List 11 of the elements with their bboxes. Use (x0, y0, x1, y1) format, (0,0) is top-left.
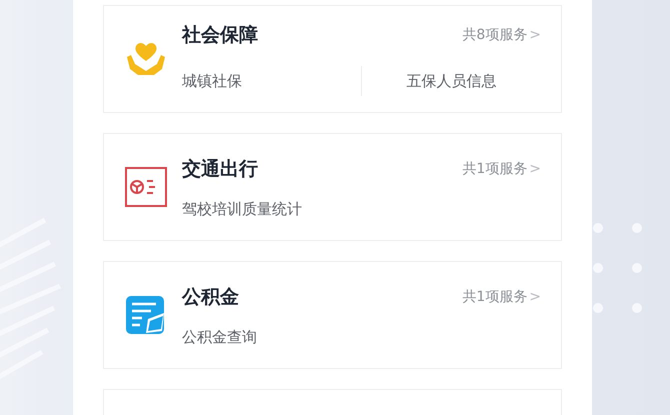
service-link[interactable]: 城镇社保 (182, 72, 242, 90)
category-title: 公积金 (182, 284, 239, 310)
license-icon (124, 165, 168, 209)
service-link[interactable]: 公积金查询 (182, 328, 257, 346)
service-count-link[interactable]: 共1项服务> (462, 288, 541, 306)
service-count-link[interactable]: 共1项服务> (462, 160, 541, 178)
category-title: 交通出行 (182, 156, 258, 182)
service-count-link[interactable]: 共8项服务> (462, 26, 541, 44)
service-link[interactable]: 五保人员信息 (406, 72, 496, 90)
service-link[interactable]: 驾校培训质量统计 (182, 200, 302, 218)
category-title: 社会保障 (182, 23, 258, 48)
